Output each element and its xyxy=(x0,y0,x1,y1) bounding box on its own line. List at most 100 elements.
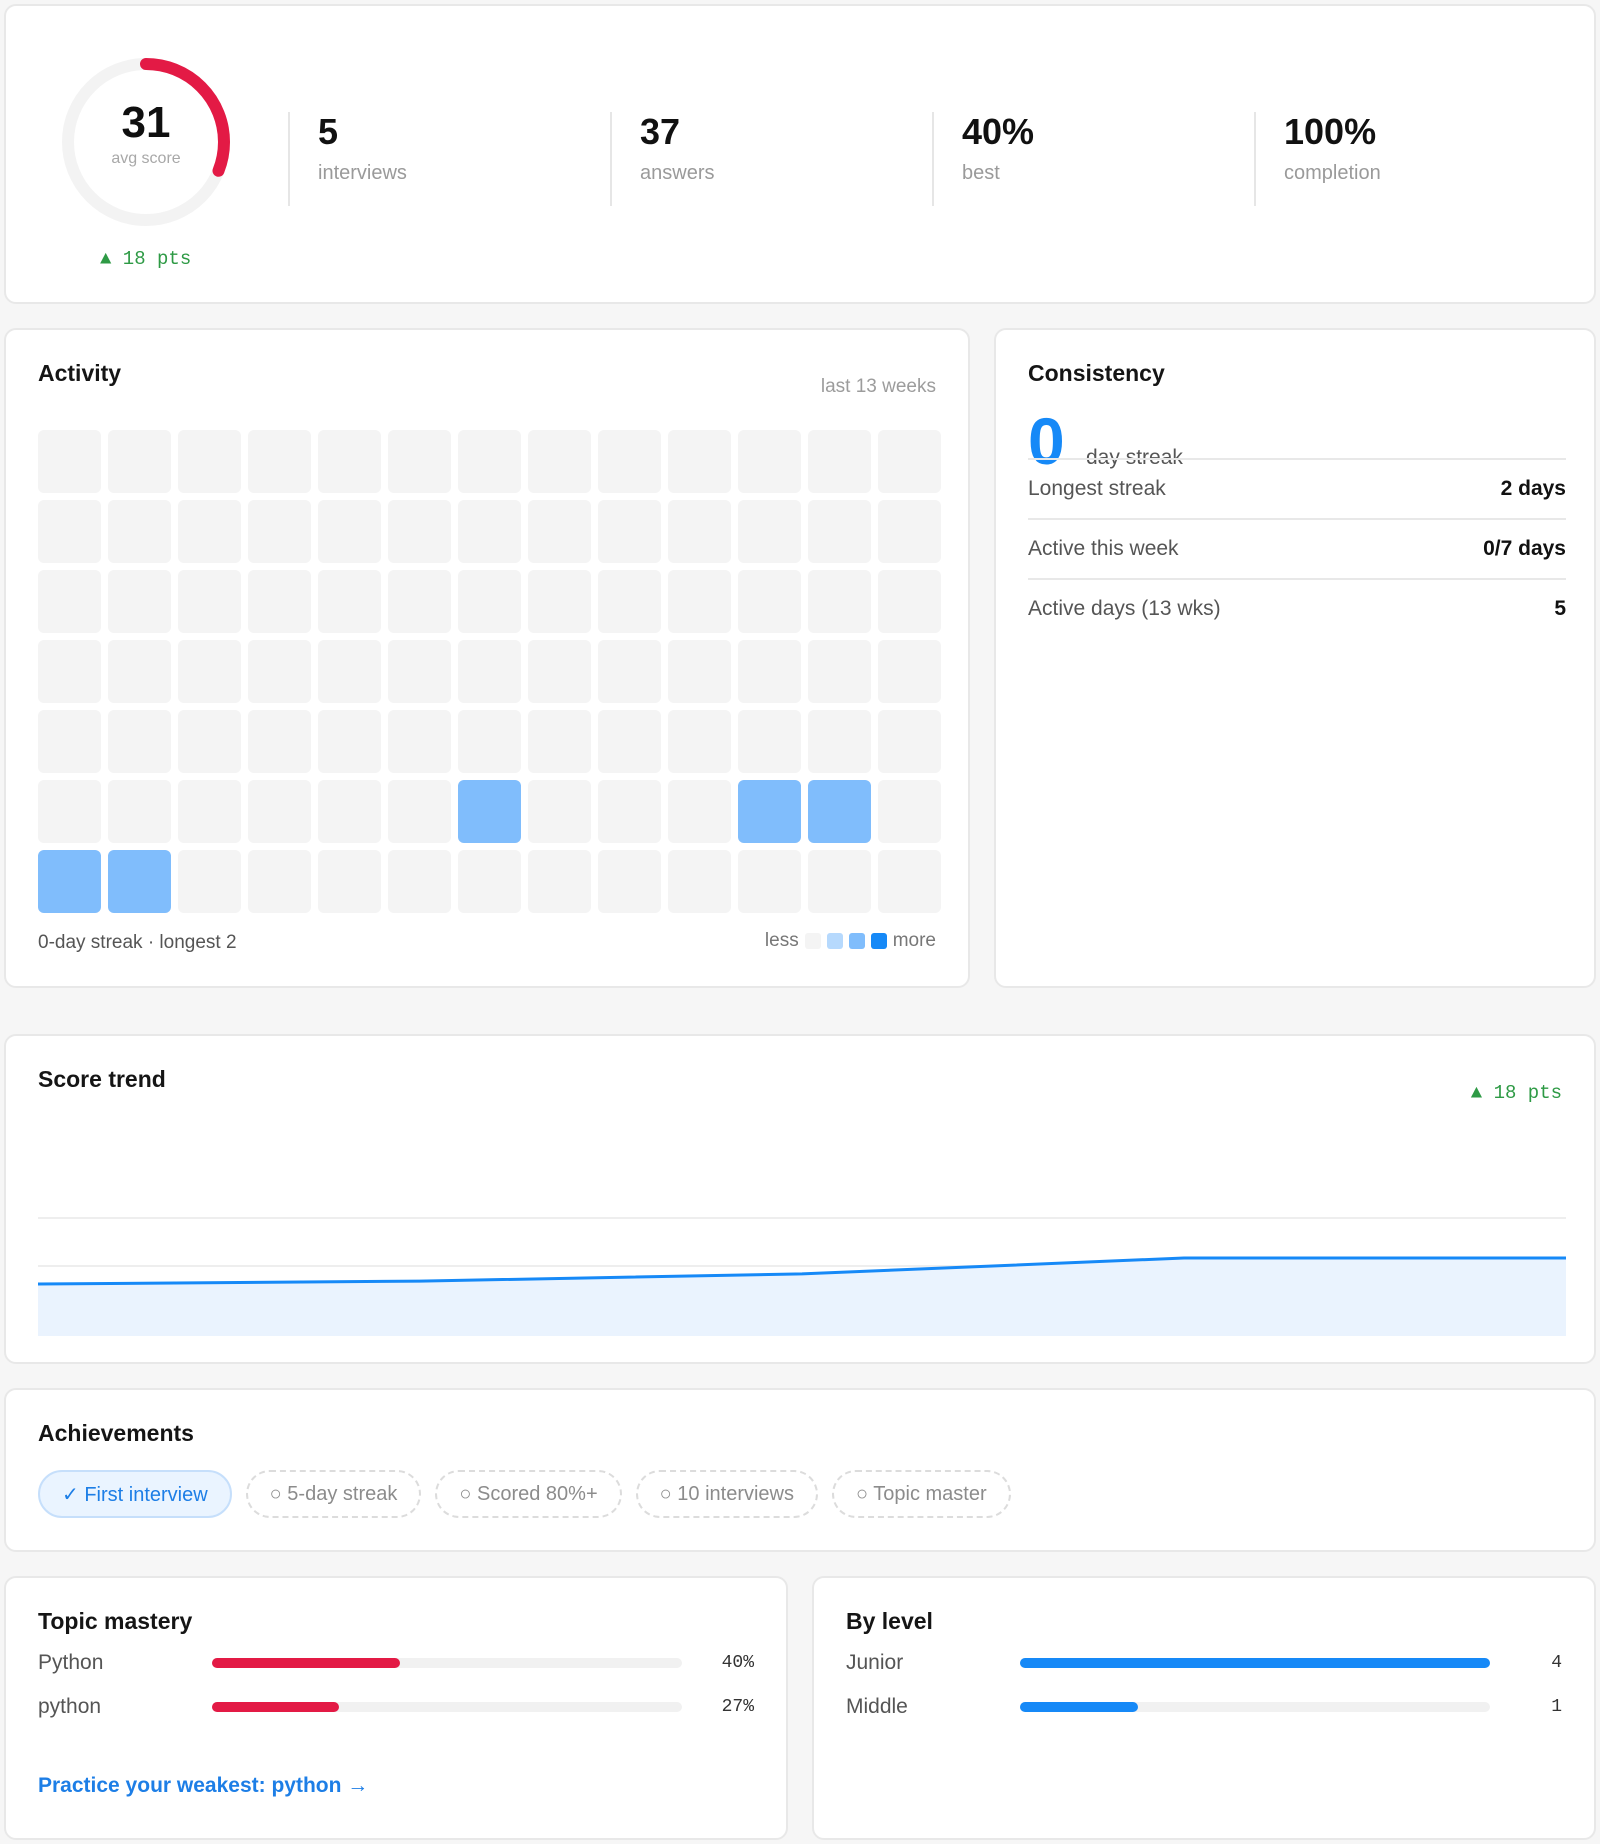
legend-less-label: less xyxy=(764,930,799,951)
legend-swatch-3 xyxy=(870,933,887,949)
heatmap-cell xyxy=(878,850,941,913)
heatmap-cell xyxy=(38,780,101,843)
heatmap-cell-active xyxy=(108,850,171,913)
heatmap-cell xyxy=(668,640,731,703)
heatmap-cell xyxy=(878,780,941,843)
heatmap-cell-active xyxy=(738,780,801,843)
by-level-title: By level xyxy=(846,1608,933,1634)
topic-bar-track xyxy=(212,1702,682,1712)
heatmap-cell xyxy=(178,710,241,773)
activity-card: Activity last 13 weeks 0-day streak · lo… xyxy=(4,328,970,988)
heatmap-cell xyxy=(528,640,591,703)
heatmap-cell xyxy=(178,640,241,703)
heatmap-cell xyxy=(318,570,381,633)
stat-value: 5 xyxy=(318,111,339,152)
badge-first-interview[interactable]: ✓ First interview xyxy=(38,1470,232,1518)
heatmap-cell xyxy=(808,500,871,563)
heatmap-cell xyxy=(458,570,521,633)
heatmap-cell xyxy=(668,710,731,773)
stat-label: answers xyxy=(640,162,715,184)
stat-completion: 100% completion xyxy=(1254,112,1381,206)
heatmap-cell xyxy=(388,780,451,843)
heatmap-cell xyxy=(878,710,941,773)
heatmap-cell xyxy=(318,430,381,493)
topic-row: python 27% xyxy=(38,1692,754,1722)
heatmap-cell xyxy=(108,500,171,563)
heatmap-cell xyxy=(388,640,451,703)
heatmap-cell-active xyxy=(38,850,101,913)
heatmap-cell xyxy=(248,850,311,913)
legend-swatch-1 xyxy=(826,933,843,949)
level-bar-fill xyxy=(1020,1658,1490,1668)
heatmap-cell xyxy=(598,570,661,633)
level-label: Middle xyxy=(846,1695,908,1718)
heatmap-cell xyxy=(808,430,871,493)
heatmap-cell xyxy=(318,780,381,843)
row-value: 2 days xyxy=(1500,477,1566,500)
heatmap-cell xyxy=(388,710,451,773)
heatmap-cell xyxy=(878,640,941,703)
level-label: Junior xyxy=(846,1651,904,1674)
score-trend-chart xyxy=(38,1217,1566,1336)
heatmap-cell xyxy=(248,430,311,493)
stat-value: 40% xyxy=(962,111,1035,152)
heatmap-cell xyxy=(598,430,661,493)
heatmap-cell xyxy=(598,850,661,913)
heatmap-cell xyxy=(808,640,871,703)
heatmap-cell xyxy=(528,570,591,633)
consistency-row-active-days: Active days (13 wks) 5 xyxy=(1028,578,1566,638)
heatmap-legend: less more xyxy=(765,930,936,952)
heatmap-cell xyxy=(458,430,521,493)
score-trend-card: Score trend ▲ 18 pts xyxy=(4,1034,1596,1364)
heatmap-cell xyxy=(108,640,171,703)
stat-value: 37 xyxy=(640,111,681,152)
heatmap-cell xyxy=(38,500,101,563)
heatmap-cell xyxy=(878,570,941,633)
heatmap-cell xyxy=(528,780,591,843)
consistency-row-this-week: Active this week 0/7 days xyxy=(1028,518,1566,578)
topic-row: Python 40% xyxy=(38,1648,754,1678)
level-value: 1 xyxy=(1551,1697,1562,1717)
row-label: Active days (13 wks) xyxy=(1028,597,1221,620)
level-row: Middle 1 xyxy=(846,1692,1562,1722)
avg-score-caption: avg score xyxy=(111,150,181,167)
heatmap-cell xyxy=(108,570,171,633)
heatmap-cell xyxy=(388,430,451,493)
level-bar-track xyxy=(1020,1702,1490,1712)
level-bar-track xyxy=(1020,1658,1490,1668)
heatmap-cell xyxy=(248,640,311,703)
heatmap-cell xyxy=(38,570,101,633)
avg-score-value: 31 xyxy=(121,98,171,147)
summary-card: 31 avg score ▲ 18 pts 5 interviews 37 an… xyxy=(4,4,1596,304)
activity-range: last 13 weeks xyxy=(820,376,936,397)
row-value: 5 xyxy=(1554,597,1566,620)
heatmap-cell xyxy=(598,640,661,703)
heatmap-cell xyxy=(738,710,801,773)
heatmap-cell xyxy=(318,850,381,913)
heatmap-cell xyxy=(598,780,661,843)
heatmap-cell xyxy=(528,500,591,563)
topic-bar-track xyxy=(212,1658,682,1668)
badge-scored-80[interactable]: ○ Scored 80%+ xyxy=(435,1470,622,1518)
activity-heatmap xyxy=(38,430,941,913)
heatmap-cell xyxy=(528,850,591,913)
heatmap-cell-active xyxy=(458,780,521,843)
achievements-title: Achievements xyxy=(38,1420,194,1446)
heatmap-cell xyxy=(248,710,311,773)
badge-10-interviews[interactable]: ○ 10 interviews xyxy=(635,1470,818,1518)
heatmap-cell xyxy=(668,780,731,843)
heatmap-cell xyxy=(108,430,171,493)
consistency-card: Consistency 0 day streak Longest streak … xyxy=(994,328,1596,988)
badge-5-day-streak[interactable]: ○ 5-day streak xyxy=(245,1470,422,1518)
heatmap-cell xyxy=(38,430,101,493)
practice-weakest-link[interactable]: Practice your weakest: python → xyxy=(38,1774,368,1798)
heatmap-cell xyxy=(178,430,241,493)
heatmap-cell xyxy=(388,570,451,633)
badge-topic-master[interactable]: ○ Topic master xyxy=(832,1470,1011,1518)
heatmap-cell xyxy=(528,710,591,773)
topic-mastery-title: Topic mastery xyxy=(38,1608,193,1634)
by-level-card: By level Junior 4 Middle 1 xyxy=(812,1576,1596,1840)
topic-bar-fill xyxy=(212,1702,339,1712)
heatmap-cell xyxy=(598,710,661,773)
heatmap-cell xyxy=(738,500,801,563)
